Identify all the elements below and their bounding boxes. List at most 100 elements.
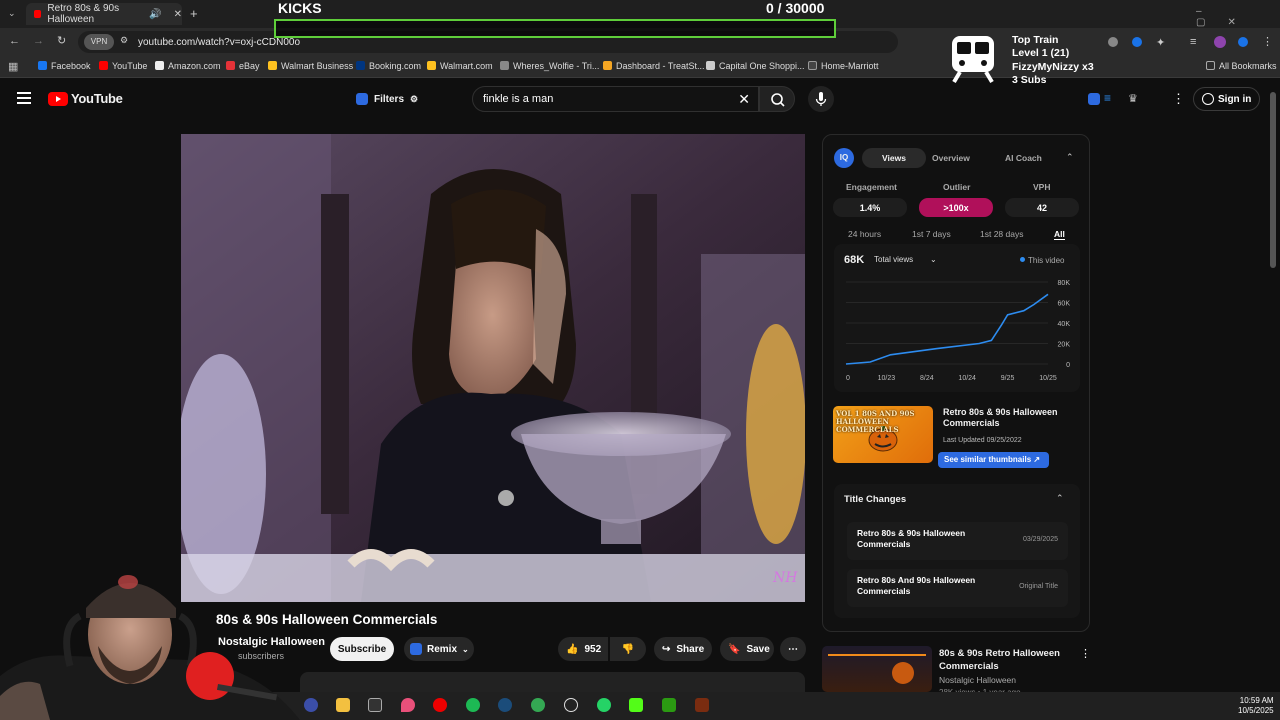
recommended-channel[interactable]: Nostalgic Halloween	[939, 675, 1016, 685]
range-24-hours[interactable]: 24 hours	[848, 229, 881, 239]
description-box[interactable]	[300, 672, 805, 692]
subscribe-button[interactable]: Subscribe	[330, 637, 394, 661]
apps-icon[interactable]: ▦	[8, 60, 18, 73]
youtube-icon[interactable]	[433, 698, 447, 712]
title-change-item: Retro 80s & 90s Halloween Commercials 03…	[847, 522, 1068, 560]
search-icon[interactable]	[304, 698, 318, 712]
x-tick-label: 0	[846, 375, 850, 382]
bookmark-walmart-business[interactable]: Walmart Business	[268, 61, 353, 71]
panel-tab-overview[interactable]: Overview	[932, 153, 970, 163]
bookmark-icon: 🔖	[728, 643, 741, 655]
y-tick-label: 60K	[1058, 301, 1071, 308]
forward-icon[interactable]: →	[33, 35, 44, 47]
more-actions-button[interactable]: ⋯	[780, 637, 806, 661]
filters-button[interactable]: Filters ⚙	[350, 88, 422, 110]
reload-icon[interactable]: ↻	[57, 34, 66, 47]
remix-button[interactable]: Remix ⌄	[404, 637, 474, 661]
chevron-down-icon: ⌄	[462, 644, 469, 654]
vph-label: VPH	[1033, 182, 1051, 192]
vidiq-icon	[410, 643, 422, 655]
vidiq-toolbar-icons[interactable]: ≡ ♛	[1088, 91, 1148, 107]
bookmark-facebook[interactable]: Facebook	[38, 61, 91, 71]
more-options-icon[interactable]: ⋮	[1172, 91, 1185, 107]
hamburger-menu-icon[interactable]	[17, 92, 31, 104]
x-tick-label: 10/24	[958, 375, 976, 382]
range-all[interactable]: All	[1054, 229, 1065, 240]
file-explorer-icon[interactable]	[336, 698, 350, 712]
site-info-icon[interactable]: ⚙	[120, 35, 128, 46]
legend-dot	[1020, 257, 1025, 262]
share-button[interactable]: ↪ Share	[654, 637, 712, 661]
recommended-more-icon[interactable]: ⋮	[1080, 647, 1091, 660]
collapse-panel-icon[interactable]: ⌃	[1066, 152, 1074, 163]
thumbnail-title: Retro 80s & 90s Halloween Commercials	[943, 407, 1058, 428]
video-player[interactable]: NH	[181, 134, 805, 602]
obs-icon[interactable]	[564, 698, 578, 712]
all-bookmarks[interactable]: All Bookmarks	[1206, 61, 1277, 71]
epic-games-icon[interactable]	[368, 698, 382, 712]
bookmark-wheres-wolfie[interactable]: Wheres_Wolfie - Tri...	[500, 61, 599, 71]
page-scrollbar[interactable]	[1270, 92, 1276, 268]
range-7-days[interactable]: 1st 7 days	[912, 229, 951, 239]
bookmark-dashboard[interactable]: Dashboard - TreatSt...	[603, 61, 705, 71]
vpn-icon[interactable]: VPN	[84, 34, 114, 50]
tab-search-icon[interactable]: ⌄	[8, 8, 18, 18]
close-tab-icon[interactable]: ✕	[174, 9, 182, 20]
y-tick-label: 40K	[1058, 321, 1071, 328]
bookmark-ebay[interactable]: eBay	[226, 61, 260, 71]
search-input[interactable]: finkle is a man ✕	[472, 86, 759, 112]
chrome-icon[interactable]	[531, 698, 545, 712]
channel-watermark: NH	[773, 570, 798, 586]
video-thumbnail[interactable]: VOL 1 80S AND 90S HALLOWEEN COMMERCIALS	[833, 406, 933, 463]
speaker-icon[interactable]: 🔊	[149, 9, 161, 20]
engagement-label: Engagement	[846, 182, 898, 192]
save-button[interactable]: 🔖 Save	[720, 637, 774, 661]
x-tick-label: 10/23	[878, 375, 896, 382]
webcam-overlay	[0, 556, 300, 720]
total-views-select[interactable]: Total views ⌄	[874, 255, 938, 264]
new-tab-icon[interactable]: +	[190, 6, 198, 21]
maps-icon[interactable]	[401, 698, 415, 712]
voice-search-button[interactable]	[808, 86, 834, 112]
search-button[interactable]	[759, 86, 795, 112]
dislike-button[interactable]: 👎	[610, 637, 646, 661]
outlier-label: Outlier	[943, 182, 971, 192]
thumbnail-text: VOL 1 80S AND 90S HALLOWEEN COMMERCIALS	[836, 409, 915, 434]
panel-tab-views[interactable]: Views	[862, 148, 926, 168]
outlier-value: >100x	[919, 198, 993, 217]
kick-icon[interactable]	[629, 698, 643, 712]
youtube-logo[interactable]: YouTube	[48, 91, 123, 106]
bookmark-youtube[interactable]: YouTube	[99, 61, 147, 71]
bookmark-capital-one[interactable]: Capital One Shoppi...	[706, 61, 805, 71]
window-controls[interactable]: –▢✕	[1196, 6, 1280, 28]
thumbnail-updated: Last Updated 09/25/2022	[943, 437, 1022, 444]
browser-tab[interactable]: Retro 80s & 90s Halloween 🔊 ✕	[26, 3, 182, 25]
like-button[interactable]: 👍 952	[558, 637, 608, 661]
recommended-title[interactable]: 80s & 90s Retro Halloween Commercials	[939, 647, 1069, 673]
range-28-days[interactable]: 1st 28 days	[980, 229, 1023, 239]
taskbar-clock[interactable]: 10:59 AM 10/5/2025	[1238, 696, 1274, 716]
kick-studio-icon[interactable]	[662, 698, 676, 712]
top-train-widget: Top Train Level 1 (21) FizzyMyNizzy x3 3…	[946, 30, 1106, 88]
video-frame	[181, 134, 805, 602]
train-title: Top Train	[1012, 34, 1059, 46]
bookmark-marriott[interactable]: Home-Marriott	[808, 61, 879, 71]
whatsapp-icon[interactable]	[597, 698, 611, 712]
collapse-title-changes-icon[interactable]: ⌃	[1056, 493, 1064, 504]
game-icon[interactable]	[695, 698, 709, 712]
spotify-icon[interactable]	[466, 698, 480, 712]
steam-icon[interactable]	[498, 698, 512, 712]
bookmark-booking[interactable]: Booking.com	[356, 61, 421, 71]
share-icon: ↪	[662, 643, 671, 655]
see-similar-thumbnails-button[interactable]: See similar thumbnails ↗	[938, 452, 1049, 468]
bookmark-walmart[interactable]: Walmart.com	[427, 61, 493, 71]
panel-tab-ai-coach[interactable]: AI Coach	[1005, 153, 1042, 163]
sign-in-button[interactable]: Sign in	[1193, 87, 1260, 111]
clear-search-icon[interactable]: ✕	[738, 91, 750, 108]
extension-icons[interactable]: ✦ ≡ ⋮	[1100, 34, 1273, 50]
thumbs-down-icon: 👎	[621, 643, 635, 655]
bookmark-amazon[interactable]: Amazon.com	[155, 61, 221, 71]
mic-icon	[815, 92, 827, 106]
back-icon[interactable]: ←	[9, 35, 20, 47]
recommended-thumbnail[interactable]	[822, 646, 932, 692]
